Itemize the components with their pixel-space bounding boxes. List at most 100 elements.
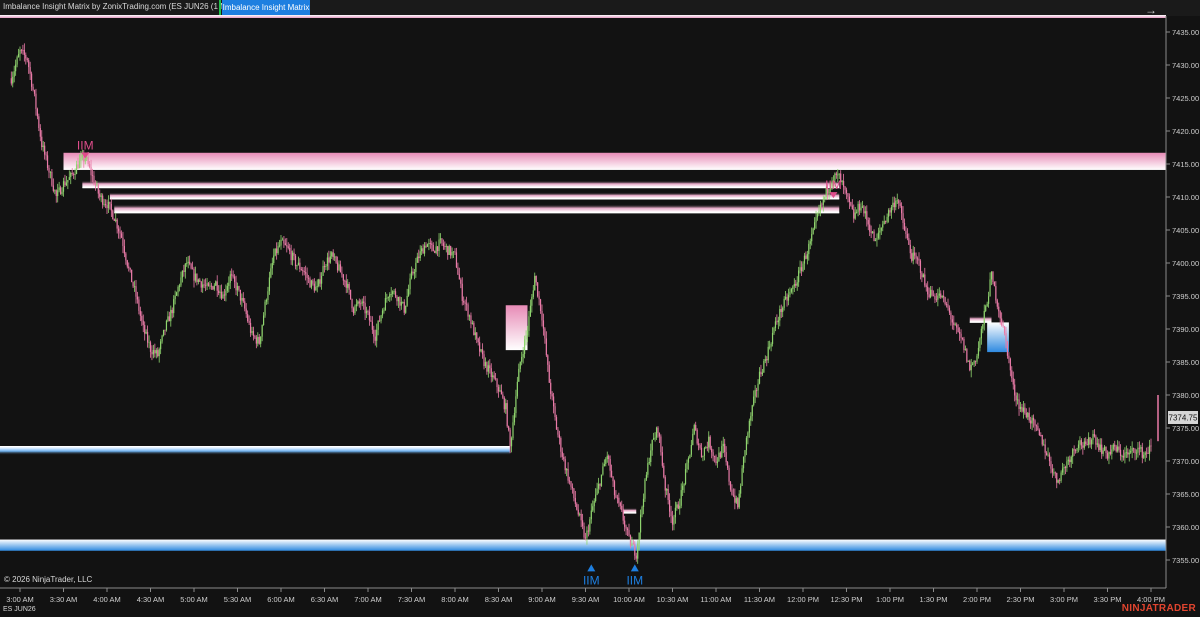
candle [824,196,826,199]
candle [300,269,302,271]
x-tick-label: 3:30 AM [50,595,78,604]
candle [48,167,50,173]
candle [590,510,592,520]
candle [448,246,450,255]
candle [106,205,108,209]
last-price-label: 7374.75 [1169,414,1198,423]
candle [895,200,897,208]
candle [570,481,572,487]
candle [207,283,210,287]
candle [541,310,543,321]
triangle-up-icon [630,564,639,572]
candle [44,145,46,155]
candle [219,291,221,293]
candle [367,310,369,312]
candle [822,198,824,205]
candle [934,296,936,300]
candle [732,494,734,496]
ninjatrader-logo: NINJATRADER [1121,603,1196,614]
candle [206,283,208,286]
candle [25,54,27,59]
candle [265,299,268,302]
candle [97,184,99,194]
candle [441,238,443,244]
candle [558,434,560,439]
candle [877,232,879,239]
candle [413,271,415,274]
candle [348,283,350,290]
candle [632,543,634,545]
candle [383,310,385,312]
candle [1088,437,1090,445]
candle [16,57,18,65]
candle [351,299,353,309]
candle [267,291,269,300]
candle [1114,444,1116,447]
candle [1115,446,1117,452]
candle [503,397,505,410]
candle [338,264,340,271]
candle [863,206,865,214]
candle [957,327,959,332]
candle [186,262,188,264]
candle [554,406,556,418]
candle [576,503,578,510]
candle [1140,447,1142,449]
candle [399,296,401,306]
candle [728,467,730,482]
candle [1061,468,1064,473]
candle [551,393,553,397]
candle [357,301,359,305]
candle [531,296,533,306]
x-tick-label: 3:00 AM [6,595,34,604]
candle [122,237,124,247]
candle [1035,425,1038,427]
x-tick-label: 2:00 PM [963,595,991,604]
candle [307,277,310,279]
candle [650,450,652,463]
iim-label: IIM [825,178,842,192]
candle [222,294,224,299]
candle [677,504,679,509]
candle [1025,412,1027,418]
x-tick-label: 12:30 PM [830,595,862,604]
candle [379,320,381,322]
candle [51,171,53,186]
candle [1111,449,1113,454]
candle [638,532,640,544]
candle [152,350,154,355]
indicator-tab[interactable]: Imbalance Insight Matrix [222,0,310,15]
candle [557,429,559,435]
candle [158,349,160,357]
candle [1032,417,1035,421]
candle [1014,384,1016,396]
candle [713,456,716,457]
candle [769,346,771,348]
candle [49,171,52,173]
candle [544,328,546,339]
candle [322,266,324,276]
candle [793,283,795,287]
candle [603,463,605,467]
candle [68,177,70,180]
candle [239,289,241,301]
candle [744,450,746,457]
candle [684,469,687,484]
candle [160,341,162,350]
candle [516,381,518,397]
candle [924,274,926,286]
candle [770,343,772,347]
price-chart[interactable]: IIM IIM IIM IIM 7435.00 7430.00 7425.00 7420.0… [0,16,1200,617]
candle [960,333,962,338]
candle [1059,480,1061,481]
candle [168,316,170,322]
candle [481,349,484,355]
candle [532,290,534,297]
candle [1002,325,1004,327]
candle [748,420,750,433]
candle [260,336,262,344]
candle [963,338,965,350]
candle [203,284,205,286]
candle [487,365,489,372]
candle [931,289,933,296]
